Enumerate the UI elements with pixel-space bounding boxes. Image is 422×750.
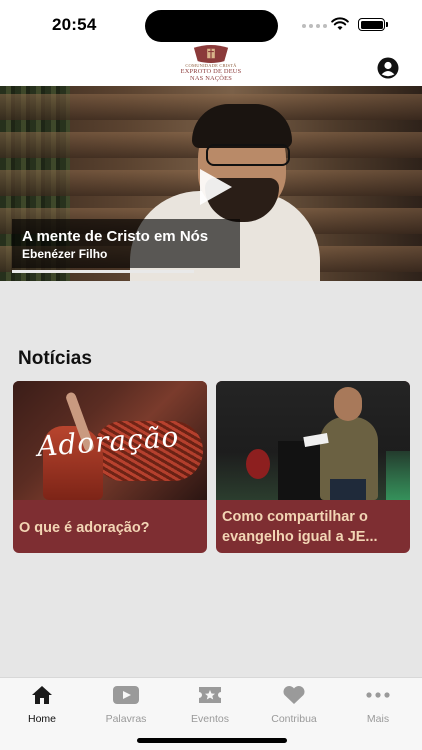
tab-label: Contribua (271, 713, 317, 725)
news-card-image (216, 381, 410, 500)
image-stage-light (386, 451, 410, 500)
tab-contribua[interactable]: Contribua (252, 684, 336, 730)
logo-emblem (193, 44, 229, 63)
news-card[interactable]: Como compartilhar o evangelho igual a JE… (216, 381, 410, 553)
ticket-star-icon (199, 687, 221, 703)
news-card-image: Adoração (13, 381, 207, 500)
home-indicator[interactable] (137, 738, 287, 743)
tab-label: Palavras (105, 713, 147, 725)
signal-dots-icon (302, 24, 327, 28)
tab-mais[interactable]: Mais (336, 684, 420, 730)
tab-label: Eventos (191, 713, 229, 725)
image-plant (246, 449, 270, 479)
image-preacher-legs (330, 479, 366, 500)
video-caption: A mente de Cristo em Nós Ebenézer Filho (12, 219, 240, 268)
tab-label: Home (27, 713, 56, 725)
dynamic-island (145, 10, 278, 42)
tab-eventos[interactable]: Eventos (168, 684, 252, 730)
tab-label: Mais (366, 713, 390, 725)
image-preacher-head (334, 387, 362, 421)
more-dots-icon (366, 692, 390, 698)
tab-palavras[interactable]: Palavras (84, 684, 168, 730)
logo-line-2: NAS NAÇÕES (190, 75, 232, 82)
tab-home[interactable]: Home (0, 684, 84, 730)
speaker-hair (192, 104, 292, 148)
play-icon[interactable] (192, 165, 236, 209)
news-card-title: O que é adoração? (19, 520, 150, 536)
status-bar: 20:54 (0, 0, 422, 50)
news-section-title: Notícias (18, 348, 92, 369)
news-card-title: Como compartilhar o evangelho igual a JE… (222, 509, 378, 545)
news-card[interactable]: Adoração O que é adoração? (13, 381, 207, 553)
church-logo: COMUNIDADE CRISTÃ EXPROTO DE DEUS NAS NA… (168, 44, 254, 82)
video-speaker: Ebenézer Filho (22, 247, 108, 261)
app-header: COMUNIDADE CRISTÃ EXPROTO DE DEUS NAS NA… (0, 44, 422, 86)
video-title: A mente de Cristo em Nós (22, 228, 209, 245)
speaker-glasses (206, 144, 290, 166)
wifi-icon (331, 17, 349, 30)
battery-icon (358, 18, 388, 31)
video-progress-bar (12, 270, 194, 273)
person-circle-icon[interactable] (377, 57, 399, 79)
heart-icon (283, 685, 305, 704)
status-time: 20:54 (52, 15, 97, 34)
logo-line-1: EXPROTO DE DEUS (180, 68, 242, 75)
video-play-icon (113, 686, 139, 704)
image-pulpit (278, 441, 326, 500)
home-icon (32, 686, 52, 704)
